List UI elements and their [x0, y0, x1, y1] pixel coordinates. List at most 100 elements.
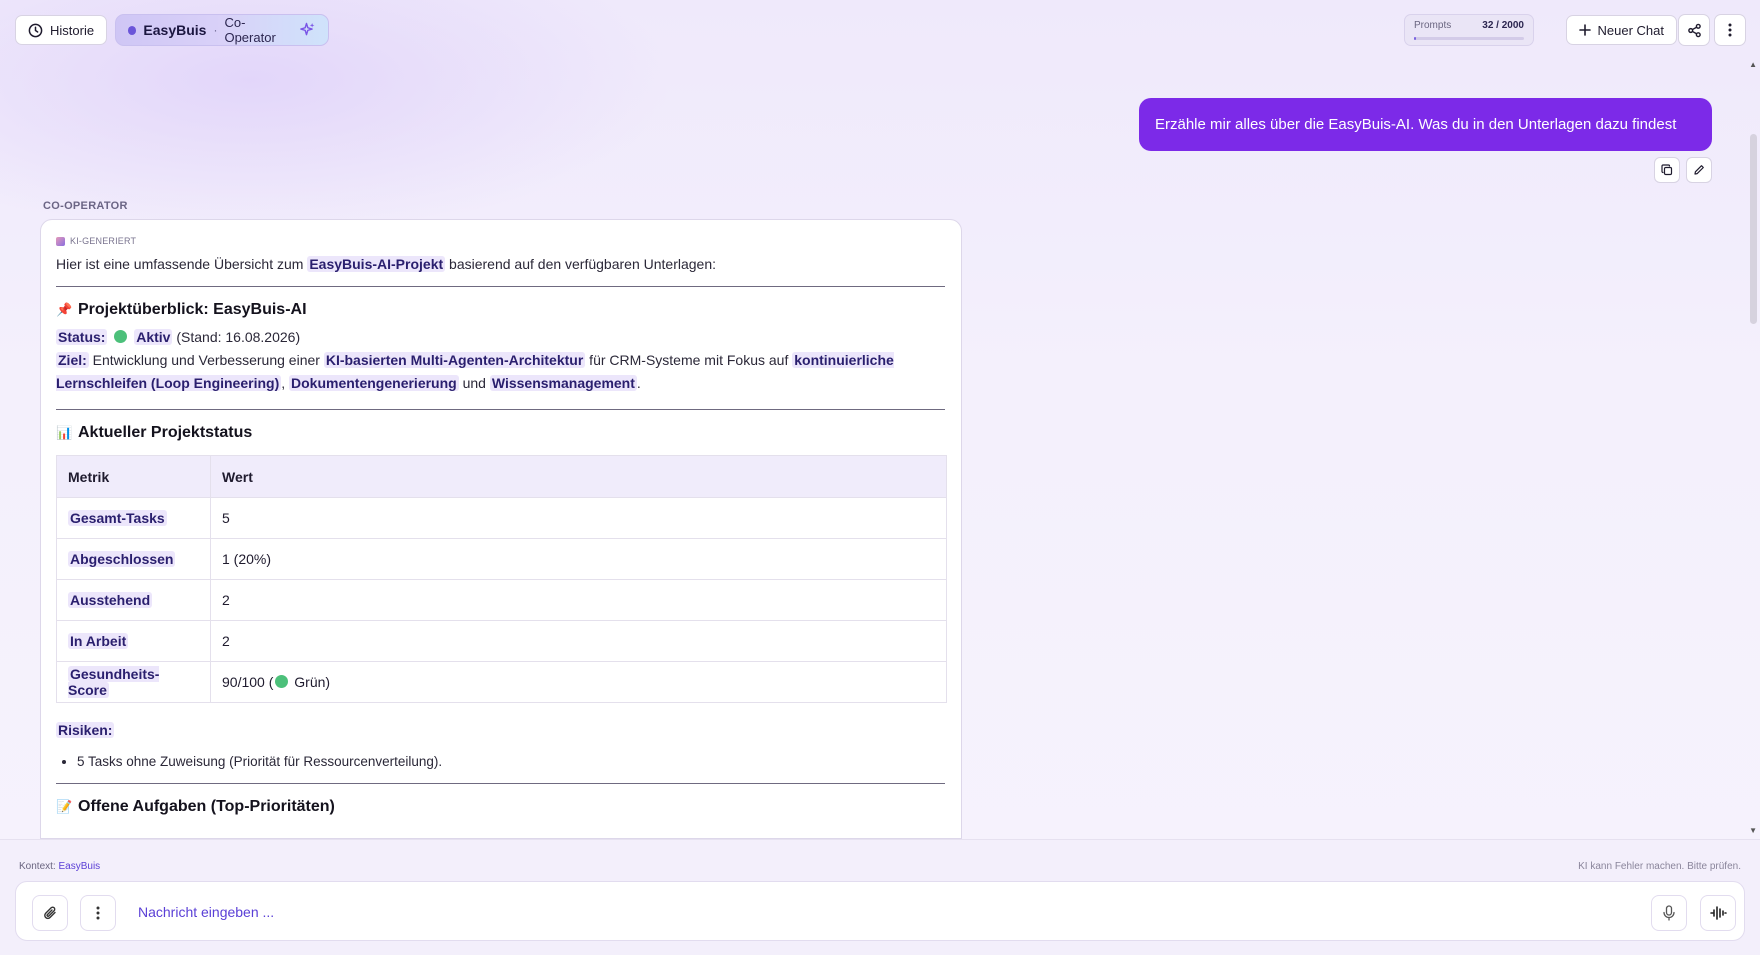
table-row: In Arbeit 2	[56, 620, 947, 662]
new-chat-button[interactable]: Neuer Chat	[1565, 15, 1677, 45]
more-options-button[interactable]	[1714, 14, 1746, 46]
chat-scrollbar[interactable]	[1746, 60, 1760, 840]
divider	[56, 409, 945, 410]
top-bar: Historie EasyBuis · Co-Operator Prompts …	[15, 14, 1746, 46]
intro-text-end: basierend auf den verfügbaren Unterlagen…	[445, 256, 717, 272]
ai-disclaimer: KI kann Fehler machen. Bitte prüfen.	[1578, 861, 1741, 872]
prompts-count: 32 / 2000	[1482, 20, 1524, 31]
divider	[56, 783, 945, 784]
score-status: Grün)	[290, 674, 331, 690]
risks-label: Risiken:	[56, 722, 115, 738]
brand-dot-icon	[128, 25, 137, 35]
section-heading-overview: 📌 Projektüberblick: EasyBuis-AI	[56, 301, 945, 319]
share-button[interactable]	[1678, 14, 1710, 46]
prompts-usage: Prompts 32 / 2000	[1404, 14, 1534, 46]
clock-icon	[28, 23, 43, 37]
prompts-progress-fill	[1414, 37, 1416, 40]
composer-more-button[interactable]	[80, 895, 116, 931]
pushpin-icon: 📌	[56, 302, 73, 317]
goal-paragraph: Ziel: Entwicklung und Verbesserung einer…	[56, 349, 945, 395]
context-indicator: Kontext: EasyBuis	[19, 861, 100, 872]
green-circle-icon	[114, 330, 128, 343]
voice-mode-button[interactable]	[1700, 895, 1736, 931]
goal-label: Ziel:	[56, 352, 89, 368]
green-circle-icon	[275, 675, 289, 688]
copy-icon	[1661, 164, 1673, 176]
metrics-table: Metrik Wert Gesamt-Tasks 5 Abgeschlossen…	[56, 455, 947, 703]
status-label: Status:	[56, 329, 108, 345]
sparkle-icon	[300, 22, 315, 36]
goal-highlight: Wissensmanagement	[489, 375, 637, 391]
section-heading-tasks: 📝 Offene Aufgaben (Top-Prioritäten)	[56, 798, 945, 816]
ki-generated-tag: KI-GENERIERT	[56, 236, 945, 246]
brand-name: EasyBuis	[143, 22, 207, 38]
scrollbar-thumb[interactable]	[1750, 134, 1757, 324]
section-title-status: Aktueller Projektstatus	[78, 424, 253, 441]
intro-text: Hier ist eine umfassende Übersicht zum	[56, 256, 308, 272]
goal-highlight: Dokumentengenerierung	[289, 375, 459, 391]
table-row: Gesundheits-Score 90/100 ( Grün)	[56, 661, 947, 703]
user-message-actions	[1654, 157, 1712, 183]
table-cell-metric: Gesundheits-Score	[56, 661, 211, 703]
microphone-icon	[1663, 905, 1675, 921]
divider	[56, 286, 945, 287]
status-value: Aktiv	[134, 329, 173, 345]
risks-heading: Risiken:	[56, 722, 945, 738]
brand-separator: ·	[213, 23, 218, 37]
brand-subtitle: Co-Operator	[224, 15, 276, 45]
table-cell-value: 90/100 ( Grün)	[210, 661, 947, 703]
goal-text: für CRM-Systeme mit Fokus auf	[585, 352, 793, 368]
table-cell-metric: Abgeschlossen	[56, 538, 211, 580]
metric-label: Ausstehend	[68, 592, 153, 608]
ai-badge-icon	[56, 236, 65, 246]
user-message-text: Erzähle mir alles über die EasyBuis-AI. …	[1155, 116, 1677, 133]
assistant-role-label: CO-OPERATOR	[43, 200, 128, 212]
score-value: 90/100 (	[222, 674, 274, 690]
section-title-overview: Projektüberblick: EasyBuis-AI	[78, 301, 307, 318]
table-cell-value: 5	[210, 497, 947, 539]
assistant-message-card: KI-GENERIERT Hier ist eine umfassende Üb…	[40, 219, 962, 839]
edit-icon	[1694, 165, 1704, 175]
list-item: 5 Tasks ohne Zuweisung (Priorität für Re…	[77, 754, 945, 769]
goal-text: ,	[281, 375, 290, 391]
share-icon	[1687, 23, 1701, 37]
history-label: Historie	[50, 22, 95, 38]
edit-message-button[interactable]	[1686, 157, 1712, 183]
table-cell-value: 2	[210, 620, 947, 662]
metric-label: In Arbeit	[68, 633, 129, 649]
voice-wave-icon	[1710, 906, 1727, 920]
table-row: Gesamt-Tasks 5	[56, 497, 947, 539]
more-vertical-icon	[1728, 23, 1732, 37]
risks-list: 5 Tasks ohne Zuweisung (Priorität für Re…	[77, 754, 945, 769]
section-heading-status: 📊 Aktueller Projektstatus	[56, 424, 945, 442]
scroll-up-arrow-icon[interactable]: ▲	[1749, 60, 1757, 69]
table-header-row: Metrik Wert	[56, 455, 947, 498]
metric-label: Gesundheits-Score	[68, 666, 160, 698]
attach-button[interactable]	[32, 895, 68, 931]
table-cell-value: 2	[210, 579, 947, 621]
table-cell-metric: Ausstehend	[56, 579, 211, 621]
prompts-progress-bar	[1414, 37, 1524, 40]
ki-generated-label: KI-GENERIERT	[70, 236, 137, 246]
context-value[interactable]: EasyBuis	[58, 861, 100, 872]
scroll-down-arrow-icon[interactable]: ▼	[1749, 826, 1757, 835]
goal-text: und	[458, 375, 490, 391]
status-line: Status: Aktiv (Stand: 16.08.2026)	[56, 326, 945, 349]
goal-text: .	[636, 375, 641, 391]
table-cell-metric: In Arbeit	[56, 620, 211, 662]
brand-selector[interactable]: EasyBuis · Co-Operator	[115, 14, 329, 46]
section-title-tasks: Offene Aufgaben (Top-Prioritäten)	[78, 798, 335, 815]
memo-icon: 📝	[56, 799, 73, 814]
copy-message-button[interactable]	[1654, 157, 1680, 183]
microphone-button[interactable]	[1651, 895, 1687, 931]
message-input[interactable]	[138, 896, 1618, 928]
table-header: Wert	[210, 455, 947, 498]
status-date: (Stand: 16.08.2026)	[176, 329, 301, 345]
metric-label: Abgeschlossen	[68, 551, 176, 567]
history-button[interactable]: Historie	[15, 15, 108, 45]
message-composer	[15, 881, 1745, 941]
composer-footer: Kontext: EasyBuis KI kann Fehler machen.…	[0, 839, 1760, 955]
goal-highlight: KI-basierten Multi-Agenten-Architektur	[323, 352, 586, 368]
paperclip-icon	[44, 906, 56, 920]
user-message-bubble: Erzähle mir alles über die EasyBuis-AI. …	[1139, 98, 1712, 151]
